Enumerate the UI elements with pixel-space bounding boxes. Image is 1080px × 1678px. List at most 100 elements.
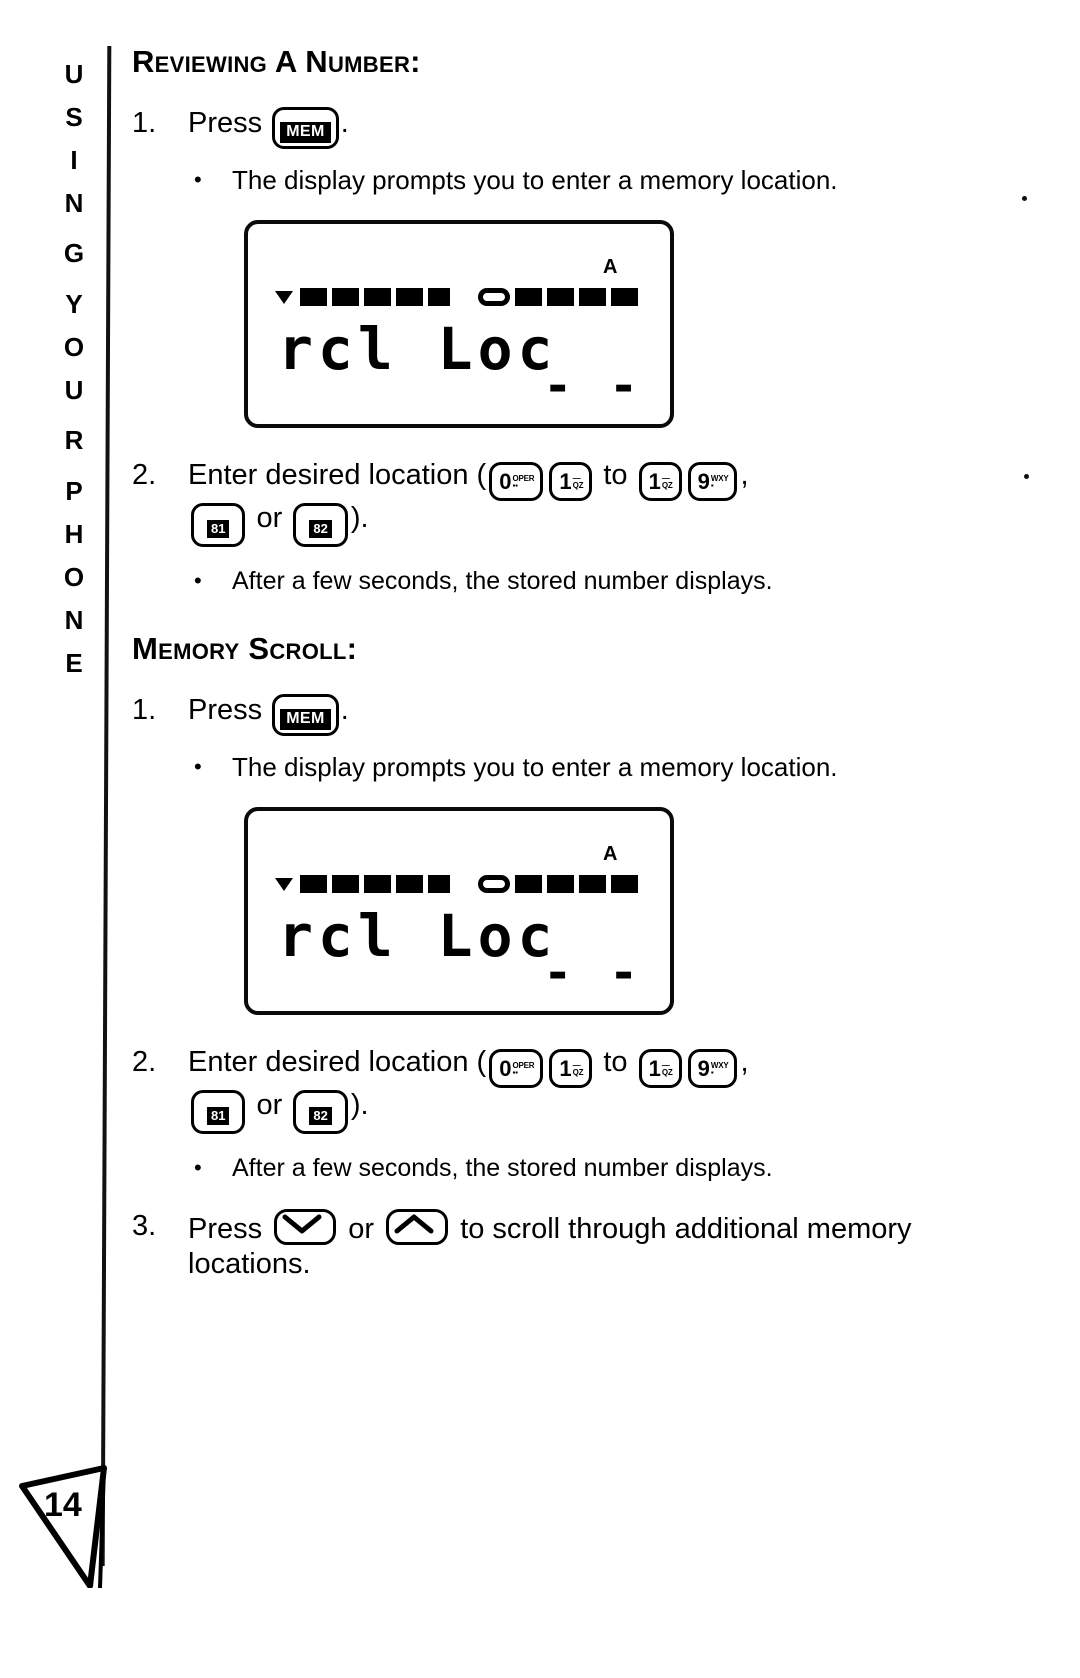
lcd-hollow-segment xyxy=(478,287,510,306)
lcd-primary-text: rcl Loc xyxy=(278,902,558,971)
step-text-after: ). xyxy=(350,1089,369,1122)
digit-key-sublabel: — QZ xyxy=(661,473,673,491)
step-text-before: Press xyxy=(188,694,263,727)
memory-key-label: 81 xyxy=(207,1107,230,1126)
bullet-item: • After a few seconds, the stored number… xyxy=(194,1152,932,1185)
lcd-block-segment xyxy=(579,875,606,894)
memory-key-81[interactable]: 81 xyxy=(191,1090,246,1135)
digit-key-1[interactable]: 1— QZ xyxy=(638,461,682,501)
digit-key-sublabel: OPER ▪▪ xyxy=(512,473,535,491)
step-text-to: to xyxy=(603,458,628,491)
digit-key-9[interactable]: 9 WXY ▪ xyxy=(687,1049,738,1089)
running-head-char: N xyxy=(64,604,84,635)
step-text: Enter desired location (0 OPER ▪▪ 1— QZ to 1… xyxy=(188,458,932,547)
step-text-to: to xyxy=(603,1046,628,1079)
vertical-divider-rule xyxy=(100,46,112,1566)
memory-key-label: 81 xyxy=(207,519,230,538)
lcd-block-segment xyxy=(332,875,359,894)
mem-key-label: MEM xyxy=(280,709,331,731)
running-head-char: G xyxy=(63,238,85,268)
lcd-block-segment xyxy=(300,875,327,894)
running-head-char: P xyxy=(65,475,83,506)
running-head-char: N xyxy=(64,187,84,218)
scan-speck xyxy=(1024,474,1029,479)
bullet-text: The display prompts you to enter a memor… xyxy=(232,752,838,783)
lcd-block-segment xyxy=(364,287,391,306)
lcd-block-segment xyxy=(611,875,638,894)
bullet-item: • After a few seconds, the stored number… xyxy=(194,565,932,598)
step-text-after: . xyxy=(340,694,349,727)
scroll-up-icon[interactable] xyxy=(386,1208,449,1245)
digit-key-0[interactable]: 0 OPER ▪▪ xyxy=(489,1049,544,1089)
lcd-display-panel: A rcl Loc - - xyxy=(244,807,674,1016)
bullet-dot: • xyxy=(194,167,202,192)
digit-key-0[interactable]: 0 OPER ▪▪ xyxy=(489,461,544,501)
step-text: Press or to scroll through additional me… xyxy=(188,1208,932,1283)
step-item: 3. Press or to scroll through additional… xyxy=(132,1208,932,1283)
step-text-or: or xyxy=(256,1089,283,1122)
lcd-block-segment xyxy=(300,287,327,306)
digit-key-1[interactable]: 1— QZ xyxy=(549,1049,593,1089)
bullet-text: The display prompts you to enter a memor… xyxy=(232,165,838,195)
running-head-char: I xyxy=(70,144,78,175)
digit-key-9[interactable]: 9 WXY ▪ xyxy=(687,461,738,501)
lcd-block-segment xyxy=(547,875,574,894)
memory-key-81[interactable]: 81 xyxy=(191,502,246,547)
memory-key-82[interactable]: 82 xyxy=(293,1090,348,1135)
page-content: Reviewing A Number: 1. Press MEM. • The … xyxy=(132,44,932,1282)
step-number: 1. xyxy=(132,694,157,727)
running-head-char: E xyxy=(65,647,83,678)
lcd-dash-placeholder: - - xyxy=(543,945,642,1002)
lcd-triangle-icon xyxy=(275,290,293,304)
lcd-block-segment xyxy=(396,875,423,894)
page-number-wedge: 14 xyxy=(8,1438,128,1589)
step-number: 1. xyxy=(132,107,157,139)
step-item: 1. Press MEM. xyxy=(132,106,932,150)
step-text-before: Enter desired location ( xyxy=(188,1046,487,1079)
mem-key[interactable]: MEM xyxy=(272,107,339,149)
scroll-down-icon[interactable] xyxy=(274,1208,337,1245)
lcd-primary-text: rcl Loc xyxy=(278,314,558,383)
bullet-dot: • xyxy=(194,1155,202,1181)
mem-key-label: MEM xyxy=(280,122,331,143)
bullet-dot: • xyxy=(194,754,202,780)
lcd-display-panel: A rcl Loc - - xyxy=(244,219,674,428)
digit-key-1[interactable]: 1— QZ xyxy=(638,1049,682,1089)
lcd-block-segment xyxy=(515,287,542,306)
digit-key-sublabel: — QZ xyxy=(572,473,584,491)
step-text-before: Enter desired location ( xyxy=(188,458,487,491)
bullet-dot: • xyxy=(194,567,202,593)
bullet-item: • The display prompts you to enter a mem… xyxy=(194,164,932,198)
step-text: Press MEM. xyxy=(188,693,932,737)
digit-key-digit: 1 xyxy=(559,1056,572,1082)
memory-key-label: 82 xyxy=(309,519,332,538)
step-text-after: ). xyxy=(350,501,369,534)
digit-key-digit: 9 xyxy=(697,1056,710,1082)
digit-key-1[interactable]: 1— QZ xyxy=(549,461,593,501)
mem-key[interactable]: MEM xyxy=(272,694,339,737)
manual-page: U S I N G Y O U R P H O N E Reviewing A … xyxy=(0,0,1080,1678)
step-number: 2. xyxy=(132,458,157,491)
step-text: Press MEM. xyxy=(188,106,932,150)
running-head-char: S xyxy=(65,101,83,132)
running-head-char: O xyxy=(63,331,85,362)
memory-key-label: 82 xyxy=(309,1107,332,1126)
digit-key-sublabel: WXY ▪ xyxy=(710,473,729,491)
lcd-block-segment xyxy=(547,287,574,306)
lcd-block-segment xyxy=(364,875,391,894)
step-number: 3. xyxy=(132,1209,157,1242)
lcd-block-segment xyxy=(611,287,638,306)
lcd-indicator-a-label: A xyxy=(603,843,618,866)
lcd-dash-placeholder: - - xyxy=(543,357,642,414)
running-head-char: R xyxy=(64,425,84,455)
digit-key-digit: 1 xyxy=(648,469,661,495)
running-head-char: Y xyxy=(65,288,83,319)
memory-key-82[interactable]: 82 xyxy=(293,502,348,547)
section-heading-memory-scroll: Memory Scroll: xyxy=(132,631,358,667)
bullet-item: • The display prompts you to enter a mem… xyxy=(194,751,932,785)
running-head-char: O xyxy=(63,561,85,592)
step-text-or: or xyxy=(348,1212,375,1245)
bullet-text: After a few seconds, the stored number d… xyxy=(232,566,773,595)
step-text-after: . xyxy=(340,107,349,139)
lcd-triangle-icon xyxy=(275,878,293,892)
